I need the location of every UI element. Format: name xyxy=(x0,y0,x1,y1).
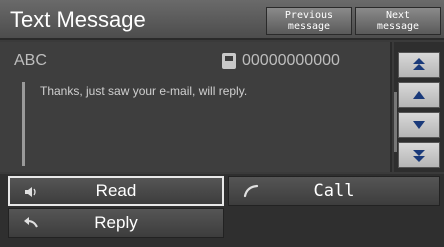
scroll-bottom-button[interactable] xyxy=(398,142,440,168)
previous-message-button[interactable]: Previous message xyxy=(266,7,352,35)
previous-label-line1: Previous xyxy=(284,10,334,21)
reply-button[interactable]: Reply xyxy=(8,208,224,238)
call-label: Call xyxy=(313,181,355,201)
action-panel: Read Call Reply xyxy=(0,174,444,247)
scroll-top-button[interactable] xyxy=(398,52,440,78)
message-indicator-line xyxy=(22,82,25,166)
read-label: Read xyxy=(95,181,137,200)
previous-label-line2: message xyxy=(287,21,331,32)
sender-name: ABC xyxy=(14,52,47,69)
header-bar: Text Message Previous message Next messa… xyxy=(0,0,444,40)
next-label-line1: Next xyxy=(385,10,411,21)
double-up-arrow-icon xyxy=(413,58,425,70)
scroll-rail xyxy=(394,92,397,152)
up-arrow-icon xyxy=(413,91,425,99)
down-arrow-icon xyxy=(413,121,425,129)
phone-number: 00000000000 xyxy=(242,52,340,69)
phone-number-row: 00000000000 xyxy=(222,52,340,70)
message-panel: ABC 00000000000 Thanks, just saw your e-… xyxy=(0,42,392,172)
text-message-screen: Text Message Previous message Next messa… xyxy=(0,0,444,247)
reply-label: Reply xyxy=(94,213,138,232)
page-title: Text Message xyxy=(10,7,146,32)
next-message-button[interactable]: Next message xyxy=(355,7,441,35)
phone-card-icon xyxy=(222,53,236,69)
scroll-controls xyxy=(394,42,444,172)
next-label-line2: message xyxy=(376,21,420,32)
scroll-down-button[interactable] xyxy=(398,112,440,138)
message-body: Thanks, just saw your e-mail, will reply… xyxy=(40,84,248,98)
call-button[interactable]: Call xyxy=(228,176,440,206)
scroll-up-button[interactable] xyxy=(398,82,440,108)
double-down-arrow-icon xyxy=(413,150,425,162)
read-button[interactable]: Read xyxy=(8,176,224,206)
